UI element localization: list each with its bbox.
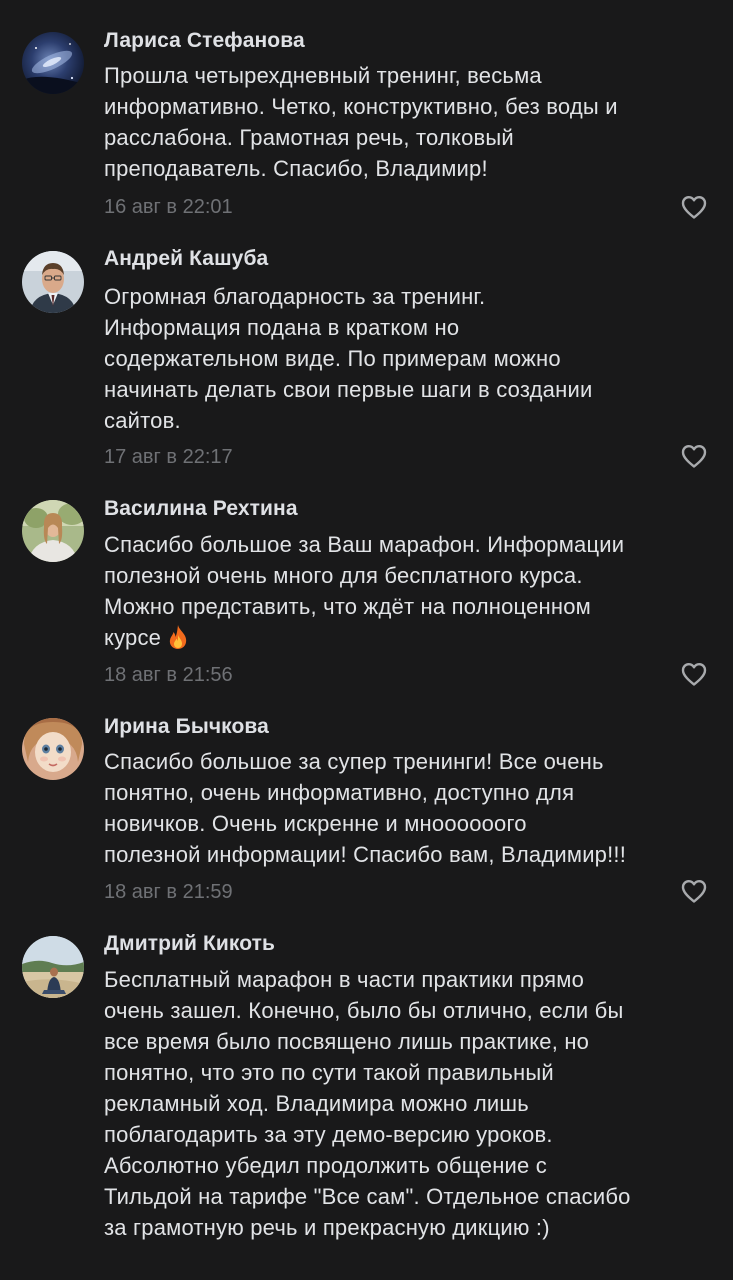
heart-outline-icon (681, 196, 707, 219)
comment-text-line: понятно, что это по сути такой правильны… (104, 1060, 554, 1085)
comment-text-line: Абсолютно убедил продолжить общение с (104, 1153, 547, 1178)
comment-author[interactable]: Андрей Кашуба (104, 247, 268, 271)
comment-date[interactable]: 17 авг в 22:17 (104, 446, 233, 469)
comment-text: Спасибо большое за Ваш марафон. Информац… (104, 529, 714, 653)
heart-outline-icon (681, 445, 707, 468)
comment-text: Прошла четырехдневный тренинг, весьма ин… (104, 60, 714, 184)
avatar[interactable] (22, 718, 84, 780)
comment-text-line: Огромная благодарность за тренинг. (104, 284, 486, 309)
comment-text: Огромная благодарность за тренинг. Инфор… (104, 281, 714, 436)
avatar-beach-photo (22, 936, 84, 998)
comment-text-line: Бесплатный марафон в части практики прям… (104, 967, 585, 992)
comment-text-segment: курсе (104, 625, 162, 650)
comment-text-line: все время было посвящено лишь практике, … (104, 1029, 590, 1054)
avatar-woman-outdoor-photo (22, 500, 84, 562)
comment-date[interactable]: 18 авг в 21:59 (104, 881, 233, 904)
heart-outline-icon (681, 663, 707, 686)
comment-text-line: Информация подана в кратком но (104, 315, 460, 340)
comment-text-line: информативно. Четко, конструктивно, без … (104, 94, 618, 119)
comment-text-line: понятно, очень информативно, доступно дл… (104, 780, 575, 805)
like-button[interactable] (680, 661, 708, 687)
avatar-man-photo (22, 251, 84, 313)
like-button[interactable] (680, 194, 708, 220)
avatar[interactable] (22, 32, 84, 94)
comment-text-line: начинать делать свои первые шаги в созда… (104, 377, 593, 402)
comment-author[interactable]: Лариса Стефанова (104, 29, 305, 53)
comment-author[interactable]: Ирина Бычкова (104, 715, 269, 739)
fire-icon (169, 625, 187, 649)
avatar[interactable] (22, 500, 84, 562)
comment-text-line: сайтов. (104, 408, 181, 433)
comment-text-line: за грамотную речь и прекрасную дикцию :) (104, 1215, 550, 1240)
like-button[interactable] (680, 443, 708, 469)
comment-date[interactable]: 16 авг в 22:01 (104, 196, 233, 219)
comment-text-line: очень зашел. Конечно, было бы отлично, е… (104, 998, 624, 1023)
avatar-doll-photo (22, 718, 84, 780)
comment-text-line: Тильдой на тарифе "Все сам". Отдельное с… (104, 1184, 631, 1209)
comment-text: Спасибо большое за супер тренинги! Все о… (104, 746, 714, 870)
comment-text-line: полезной очень много для бесплатного кур… (104, 563, 583, 588)
avatar-space-photo (22, 32, 84, 94)
avatar[interactable] (22, 936, 84, 998)
comment-text-line: Спасибо большое за Ваш марафон. Информац… (104, 532, 625, 557)
comment-author[interactable]: Дмитрий Кикоть (104, 932, 275, 956)
comment-text-line: курсе (104, 622, 714, 653)
comment-author[interactable]: Василина Рехтина (104, 497, 298, 521)
comment-date[interactable]: 18 авг в 21:56 (104, 664, 233, 687)
comment-text-line: полезной информации! Спасибо вам, Владим… (104, 842, 627, 867)
comment-text-line: рекламный ход. Владимира можно лишь (104, 1091, 529, 1116)
comment-text-line: расслабона. Грамотная речь, толковый (104, 125, 514, 150)
comment-text-line: поблагодарить за эту демо-версию уроков. (104, 1122, 553, 1147)
comment-text-line: Прошла четырехдневный тренинг, весьма (104, 63, 542, 88)
avatar[interactable] (22, 251, 84, 313)
heart-outline-icon (681, 880, 707, 903)
comment-text-line: Можно представить, что ждёт на полноценн… (104, 594, 591, 619)
comment-text-line: содержательном виде. По примерам можно (104, 346, 561, 371)
comment-text-line: Спасибо большое за супер тренинги! Все о… (104, 749, 604, 774)
comment-text-line: преподаватель. Спасибо, Владимир! (104, 156, 488, 181)
comment-text-line: новичков. Очень искренне и мноооооого (104, 811, 527, 836)
comment-text: Бесплатный марафон в части практики прям… (104, 964, 714, 1243)
like-button[interactable] (680, 878, 708, 904)
fire-emoji (167, 624, 189, 658)
